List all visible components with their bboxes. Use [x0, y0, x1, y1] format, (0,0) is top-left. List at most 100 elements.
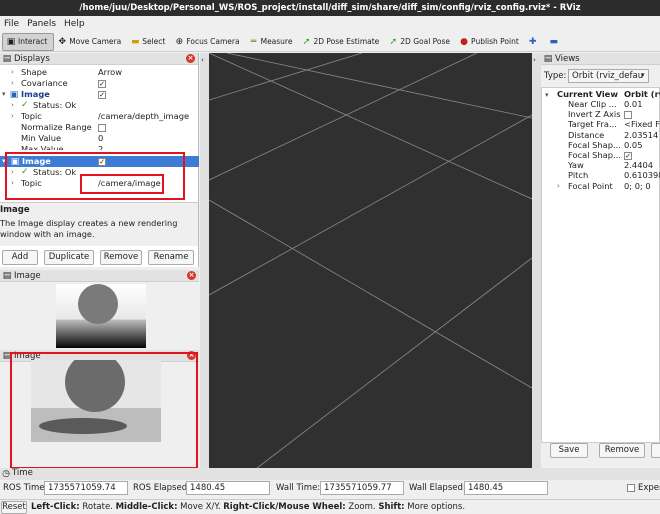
remove-tool-button[interactable]: ▬	[546, 33, 567, 51]
pose-estimate-tool-button[interactable]: ➚ 2D Pose Estimate	[298, 33, 385, 51]
ros-time-field[interactable]: 1735571059.74	[44, 481, 128, 495]
min-value-label: Min Value	[21, 133, 62, 143]
time-title-bar: ◷ Time	[0, 468, 660, 480]
focus-camera-icon: ⊕	[175, 36, 184, 47]
hint-left: Rotate.	[79, 502, 116, 512]
grid-graphic	[209, 53, 532, 468]
3d-render-viewport[interactable]	[209, 53, 532, 468]
remove-view-button[interactable]: Remove	[599, 443, 645, 458]
select-tool-button[interactable]: ▬ Select	[127, 33, 171, 51]
left-dock-splitter[interactable]: ‹	[200, 53, 209, 468]
image-panel-1-title: Image	[14, 270, 41, 281]
menu-bar: File Panels Help	[0, 16, 660, 32]
wall-elapsed-field[interactable]: 1480.45	[464, 481, 548, 495]
image-display-icon: ▣	[9, 90, 19, 100]
image-1-enable-checkbox[interactable]: ✓	[98, 91, 106, 99]
views-icon: ▤	[543, 53, 553, 64]
mouse-hint-text: Left-Click: Rotate. Middle-Click: Move X…	[31, 502, 465, 512]
status-1-label: Status: Ok	[33, 100, 77, 110]
experimental-checkbox[interactable]	[627, 484, 635, 492]
display-image-1-label[interactable]: Image	[21, 89, 50, 100]
view-type-value: Orbit (rviz_defau	[572, 71, 644, 81]
focus-camera-tool-button[interactable]: ⊕ Focus Camera	[171, 33, 245, 51]
collapse-arrow-icon[interactable]: ›	[533, 56, 536, 64]
goal-pose-tool-button[interactable]: ➚ 2D Goal Pose	[385, 33, 456, 51]
move-camera-tool-button[interactable]: ✥ Move Camera	[54, 33, 127, 51]
plus-icon: ✚	[529, 36, 537, 47]
covariance-checkbox[interactable]: ✓	[98, 80, 106, 88]
collapse-arrow-icon[interactable]: ▾	[2, 90, 6, 98]
reset-button[interactable]: Reset	[1, 501, 27, 514]
status-ok-icon: ✓	[21, 100, 29, 110]
view-prop-value[interactable]: 0; 0; 0	[624, 181, 651, 192]
annotation-box	[10, 352, 198, 469]
invert-z-axis-checkbox[interactable]	[624, 111, 632, 120]
displays-icon: ▤	[2, 53, 12, 64]
wall-elapsed-label: Wall Elapsed:	[409, 483, 466, 493]
wall-time-field[interactable]: 1735571059.77	[320, 481, 404, 495]
save-view-button[interactable]: Save	[550, 443, 588, 458]
rename-display-button[interactable]: Rename	[148, 250, 194, 265]
menu-help[interactable]: Help	[60, 19, 89, 29]
hint-right-key: Right-Click/Mouse Wheel:	[223, 502, 346, 512]
measure-icon: ═	[250, 36, 257, 47]
annotation-box	[80, 174, 164, 194]
experimental-label: Exper	[638, 483, 660, 493]
prop-shape-value[interactable]: Arrow	[98, 67, 122, 78]
publish-point-tool-button[interactable]: ● Publish Point	[456, 33, 525, 51]
collapse-arrow-icon[interactable]: ▾	[545, 91, 549, 99]
window-title: /home/juu/Desktop/Personal_WS/ROS_projec…	[0, 0, 660, 16]
expand-arrow-icon[interactable]: ›	[11, 68, 14, 76]
chevron-down-icon[interactable]: ▾	[641, 71, 645, 79]
close-icon[interactable]: ×	[186, 54, 195, 63]
focal-shape-fixed-checkbox[interactable]: ✓	[624, 152, 632, 160]
depth-image-view	[56, 284, 146, 348]
displays-title-bar: ▤ Displays ×	[0, 53, 198, 65]
publish-point-icon: ●	[460, 36, 468, 47]
collapse-arrow-icon[interactable]: ‹	[201, 56, 204, 64]
rename-view-button[interactable]	[651, 443, 660, 458]
ros-elapsed-field[interactable]: 1480.45	[186, 481, 270, 495]
topic-1-value[interactable]: /camera/depth_image	[98, 111, 189, 122]
view-type-label: Type:	[544, 71, 567, 81]
min-value[interactable]: 0	[98, 133, 103, 144]
add-tool-button[interactable]: ✚	[525, 33, 546, 51]
toolbar: ▣ Interact ✥ Move Camera ▬ Select ⊕ Focus Ca…	[0, 32, 660, 52]
view-type-select[interactable]: Orbit (rviz_defau	[568, 69, 649, 83]
menu-file[interactable]: File	[0, 19, 23, 29]
displays-title: Displays	[14, 53, 50, 64]
normalize-range-label: Normalize Range	[21, 122, 92, 132]
hint-middle-key: Middle-Click:	[115, 502, 178, 512]
view-prop-value[interactable]: 0.05	[624, 140, 642, 151]
interact-icon: ▣	[6, 36, 16, 47]
close-icon[interactable]: ×	[187, 271, 196, 280]
pose-estimate-label: 2D Pose Estimate	[313, 37, 380, 46]
depth-image-graphic	[56, 284, 146, 348]
hint-middle: Move X/Y.	[177, 502, 224, 512]
menu-panels[interactable]: Panels	[23, 19, 60, 29]
interact-tool-button[interactable]: ▣ Interact	[2, 32, 55, 51]
view-prop-label: Focal Point	[568, 180, 613, 191]
minus-icon: ▬	[549, 36, 559, 47]
add-display-button[interactable]: Add	[2, 250, 38, 265]
expand-arrow-icon[interactable]: ›	[557, 182, 560, 190]
image-panel-icon: ▤	[2, 270, 12, 281]
topic-1-label: Topic	[21, 111, 42, 121]
description-text: The Image display creates a new renderin…	[0, 218, 178, 239]
max-value[interactable]: 2	[98, 144, 103, 150]
view-prop-value[interactable]: 0.01	[624, 99, 642, 110]
image-panel-1-title-bar: ▤ Image ×	[0, 270, 199, 282]
measure-tool-button[interactable]: ═ Measure	[246, 33, 299, 51]
goal-pose-icon: ➚	[389, 36, 398, 47]
normalize-range-checkbox[interactable]	[98, 124, 106, 132]
hint-left-key: Left-Click:	[31, 502, 80, 512]
remove-display-button[interactable]: Remove	[100, 250, 142, 265]
prop-shape-label: Shape	[21, 67, 47, 77]
right-dock-splitter[interactable]: ›	[532, 53, 541, 468]
expand-arrow-icon[interactable]: ›	[11, 112, 14, 120]
expand-arrow-icon[interactable]: ›	[11, 101, 14, 109]
expand-arrow-icon[interactable]: ›	[11, 79, 14, 87]
select-label: Select	[142, 37, 166, 46]
time-title: Time	[12, 468, 33, 478]
duplicate-display-button[interactable]: Duplicate	[44, 250, 94, 265]
